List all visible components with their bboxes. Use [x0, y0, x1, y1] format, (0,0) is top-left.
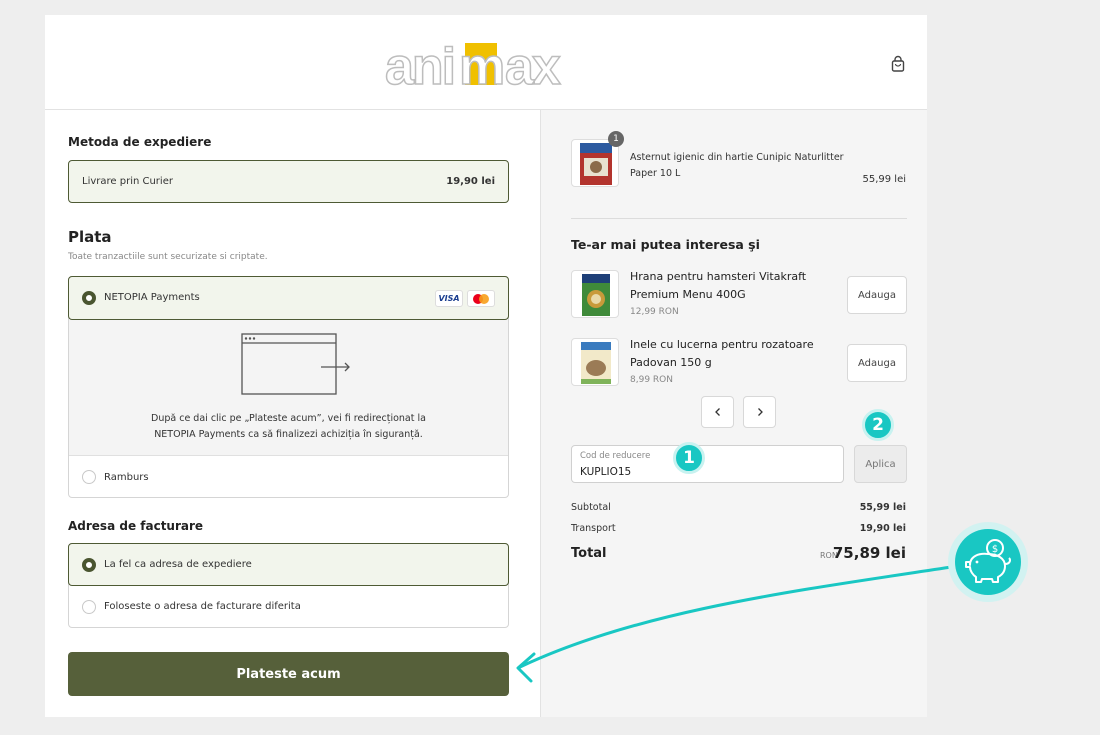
savings-icon-halo: $ — [948, 522, 1028, 602]
annotation-marker-1: 1 — [673, 442, 705, 474]
annotation-marker-2: 2 — [862, 409, 894, 441]
annotation-arrow — [516, 564, 960, 683]
svg-text:$: $ — [992, 544, 998, 555]
piggy-bank-icon: $ — [955, 529, 1021, 595]
